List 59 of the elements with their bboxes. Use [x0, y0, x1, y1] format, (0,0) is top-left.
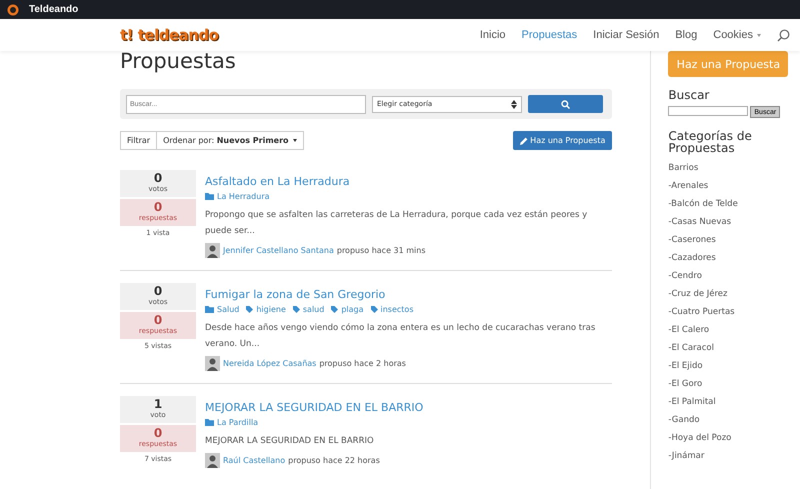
- category-link[interactable]: Barrios: [668, 159, 789, 177]
- folder-icon: [205, 306, 214, 313]
- nav-link[interactable]: Cookies: [713, 29, 761, 41]
- category-link[interactable]: -El Palmital: [668, 393, 789, 411]
- widget-title: Categorías de Propuestas: [668, 130, 753, 154]
- author-link[interactable]: Nereida López Casañas: [223, 359, 316, 368]
- search-button[interactable]: [528, 95, 603, 113]
- folder-icon: [205, 193, 214, 200]
- post-time: propuso hace 31 mins: [336, 246, 426, 255]
- category-link[interactable]: Salud: [217, 305, 240, 314]
- tag-link[interactable]: salud: [302, 305, 324, 314]
- avatar-icon: [205, 356, 220, 371]
- new-proposal-button[interactable]: Haz una Propuesta: [513, 131, 612, 150]
- widget-title: Buscar: [668, 89, 710, 101]
- tag-icon: [292, 306, 300, 313]
- avatar-icon: [205, 243, 220, 258]
- search-icon: [561, 100, 570, 108]
- category-link[interactable]: -Gando: [668, 411, 789, 429]
- tag-link[interactable]: higiene: [256, 305, 286, 314]
- category-link[interactable]: -Caserones: [668, 231, 789, 249]
- search-icon: [777, 28, 790, 42]
- pencil-icon: [520, 136, 528, 144]
- category-link[interactable]: -Hoya del Pozo: [668, 429, 789, 447]
- sort-dropdown[interactable]: Ordenar por: Nuevos Primero: [157, 131, 304, 150]
- category-link[interactable]: -El Caracol: [668, 339, 789, 357]
- category-link[interactable]: La Herradura: [217, 192, 270, 201]
- author-link[interactable]: Raúl Castellano: [223, 456, 286, 465]
- tag-icon: [246, 306, 254, 313]
- nav-link[interactable]: Iniciar Sesión: [593, 29, 660, 41]
- tag-icon: [370, 306, 378, 313]
- filter-button[interactable]: Filtrar: [120, 131, 158, 150]
- category-link[interactable]: -El Ejido: [668, 357, 789, 375]
- proposal-excerpt: Propongo que se asfalten las carreteras de La Herradura, porque cada vez están peores y puede ser...: [205, 209, 588, 238]
- proposal-excerpt: MEJORAR LA SEGURIDAD EN EL BARRIO: [205, 435, 375, 448]
- updown-icon: [511, 100, 517, 108]
- category-link[interactable]: -Cazadores: [668, 249, 789, 267]
- post-time: propuso hace 2 horas: [319, 359, 406, 368]
- category-link[interactable]: -Arenales: [668, 177, 789, 195]
- nav-link[interactable]: Inicio: [480, 29, 506, 41]
- folder-icon: [205, 419, 214, 426]
- category-link[interactable]: -Cuatro Puertas: [668, 303, 789, 321]
- window-title: Teldeando: [29, 4, 78, 15]
- post-time: propuso hace 22 horas: [288, 456, 380, 465]
- page-title: Propuestas: [120, 51, 237, 75]
- category-link[interactable]: La Pardilla: [217, 418, 258, 427]
- category-link[interactable]: -Jinámar: [668, 447, 789, 465]
- tag-link[interactable]: plaga: [341, 305, 364, 314]
- logo-icon: [7, 4, 19, 16]
- category-link[interactable]: -Balcón de Telde: [668, 195, 789, 213]
- nav-link[interactable]: Blog: [675, 29, 698, 41]
- category-link[interactable]: -Casas Nuevas: [668, 213, 789, 231]
- avatar-icon: [205, 453, 220, 468]
- search-field[interactable]: [668, 106, 748, 116]
- category-link[interactable]: -El Calero: [668, 321, 789, 339]
- tag-icon: [331, 306, 338, 313]
- category-link[interactable]: -Cendro: [668, 267, 789, 285]
- category-link[interactable]: -Cruz de Jérez: [668, 285, 789, 303]
- proposal-excerpt: Desde hace años vengo viendo cómo la zona entera es un lecho de cucarachas verano tras verano. Un...: [205, 322, 596, 351]
- category-link[interactable]: -El Goro: [668, 375, 789, 393]
